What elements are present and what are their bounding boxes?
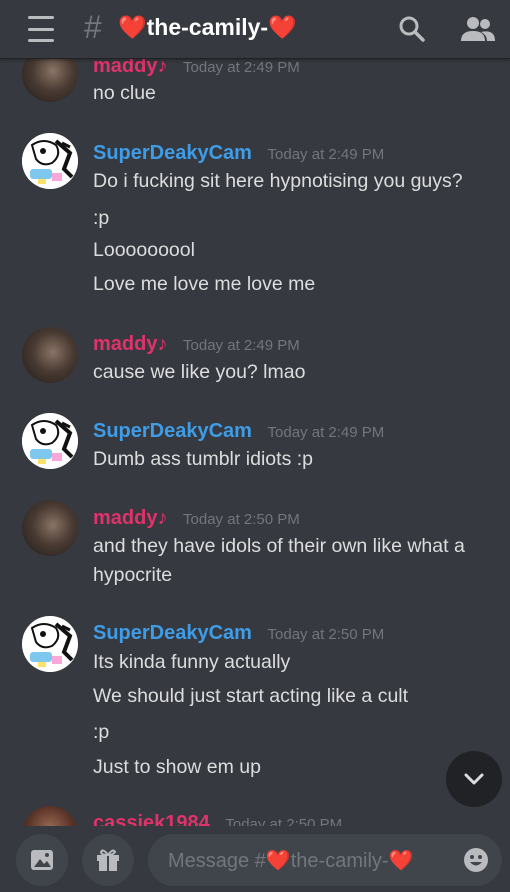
message-header: SuperDeakyCam Today at 2:49 PM [93,420,384,443]
message-text: hypocrite [93,564,173,586]
message-text: :p [93,207,110,229]
avatar[interactable] [22,806,78,826]
timestamp: Today at 2:49 PM [267,424,385,441]
heart-icon: ❤️ [388,849,414,872]
scroll-down-button[interactable] [446,751,502,807]
timestamp: Today at 2:49 PM [267,146,385,163]
username[interactable]: maddy♪ [93,333,167,355]
gift-button[interactable] [82,834,134,886]
heart-icon: ❤️ [265,849,291,872]
channel-name: the-camily- [146,14,269,40]
message-text: Love me love me love me [93,273,316,295]
message-header: maddy♪ Today at 2:49 PM [93,333,300,356]
gift-icon [97,849,119,871]
avatar[interactable] [22,327,78,383]
username[interactable]: SuperDeakyCam [93,142,252,164]
channel-title[interactable]: ❤️the-camily-❤️ [118,14,297,41]
upload-image-button[interactable] [16,834,68,886]
message-text: cause we like you? lmao [93,361,306,383]
username[interactable]: SuperDeakyCam [93,622,252,644]
hamburger-icon[interactable] [24,16,58,42]
composer-bar: Message #❤️the-camily-❤️ [0,826,510,892]
search-icon[interactable] [396,13,428,45]
timestamp: Today at 2:49 PM [183,337,300,354]
avatar[interactable] [22,133,78,189]
image-icon [31,850,53,870]
timestamp: Today at 2:50 PM [225,816,343,826]
chevron-down-icon [464,773,484,785]
message-text: Do i fucking sit here hypnotising you gu… [93,170,463,192]
message-header: maddy♪ Today at 2:50 PM [93,507,300,530]
message-input-placeholder: Message #❤️the-camily-❤️ [168,849,414,872]
message-input[interactable]: Message #❤️the-camily-❤️ [148,834,502,886]
message-header: cassiek1984 Today at 2:50 PM [93,812,342,826]
message-text: Just to show em up [93,756,261,778]
heart-icon: ❤️ [118,14,147,40]
avatar[interactable] [22,413,78,469]
timestamp: Today at 2:49 PM [183,59,300,76]
members-icon[interactable] [458,13,498,45]
message-header: SuperDeakyCam Today at 2:49 PM [93,142,384,165]
message-text: :p [93,721,110,743]
message-text: Looooooool [93,239,195,261]
message-text: no clue [93,82,156,104]
message-text: Its kinda funny actually [93,651,291,673]
avatar[interactable] [22,500,78,556]
heart-icon: ❤️ [268,14,297,40]
username[interactable]: cassiek1984 [93,812,210,826]
timestamp: Today at 2:50 PM [267,626,385,643]
username[interactable]: SuperDeakyCam [93,420,252,442]
channel-hash-icon: # [84,9,102,45]
message-text: and they have idols of their own like wh… [93,535,465,557]
message-text: Dumb ass tumblr idiots :p [93,448,313,470]
channel-header: # ❤️the-camily-❤️ [0,0,510,59]
emoji-icon[interactable] [462,846,490,874]
avatar[interactable] [22,616,78,672]
message-header: SuperDeakyCam Today at 2:50 PM [93,622,384,645]
message-list[interactable]: maddy♪ Today at 2:49 PM no clue SuperDea… [0,0,510,826]
message-text: We should just start acting like a cult [93,685,409,707]
timestamp: Today at 2:50 PM [183,511,300,528]
username[interactable]: maddy♪ [93,507,167,529]
